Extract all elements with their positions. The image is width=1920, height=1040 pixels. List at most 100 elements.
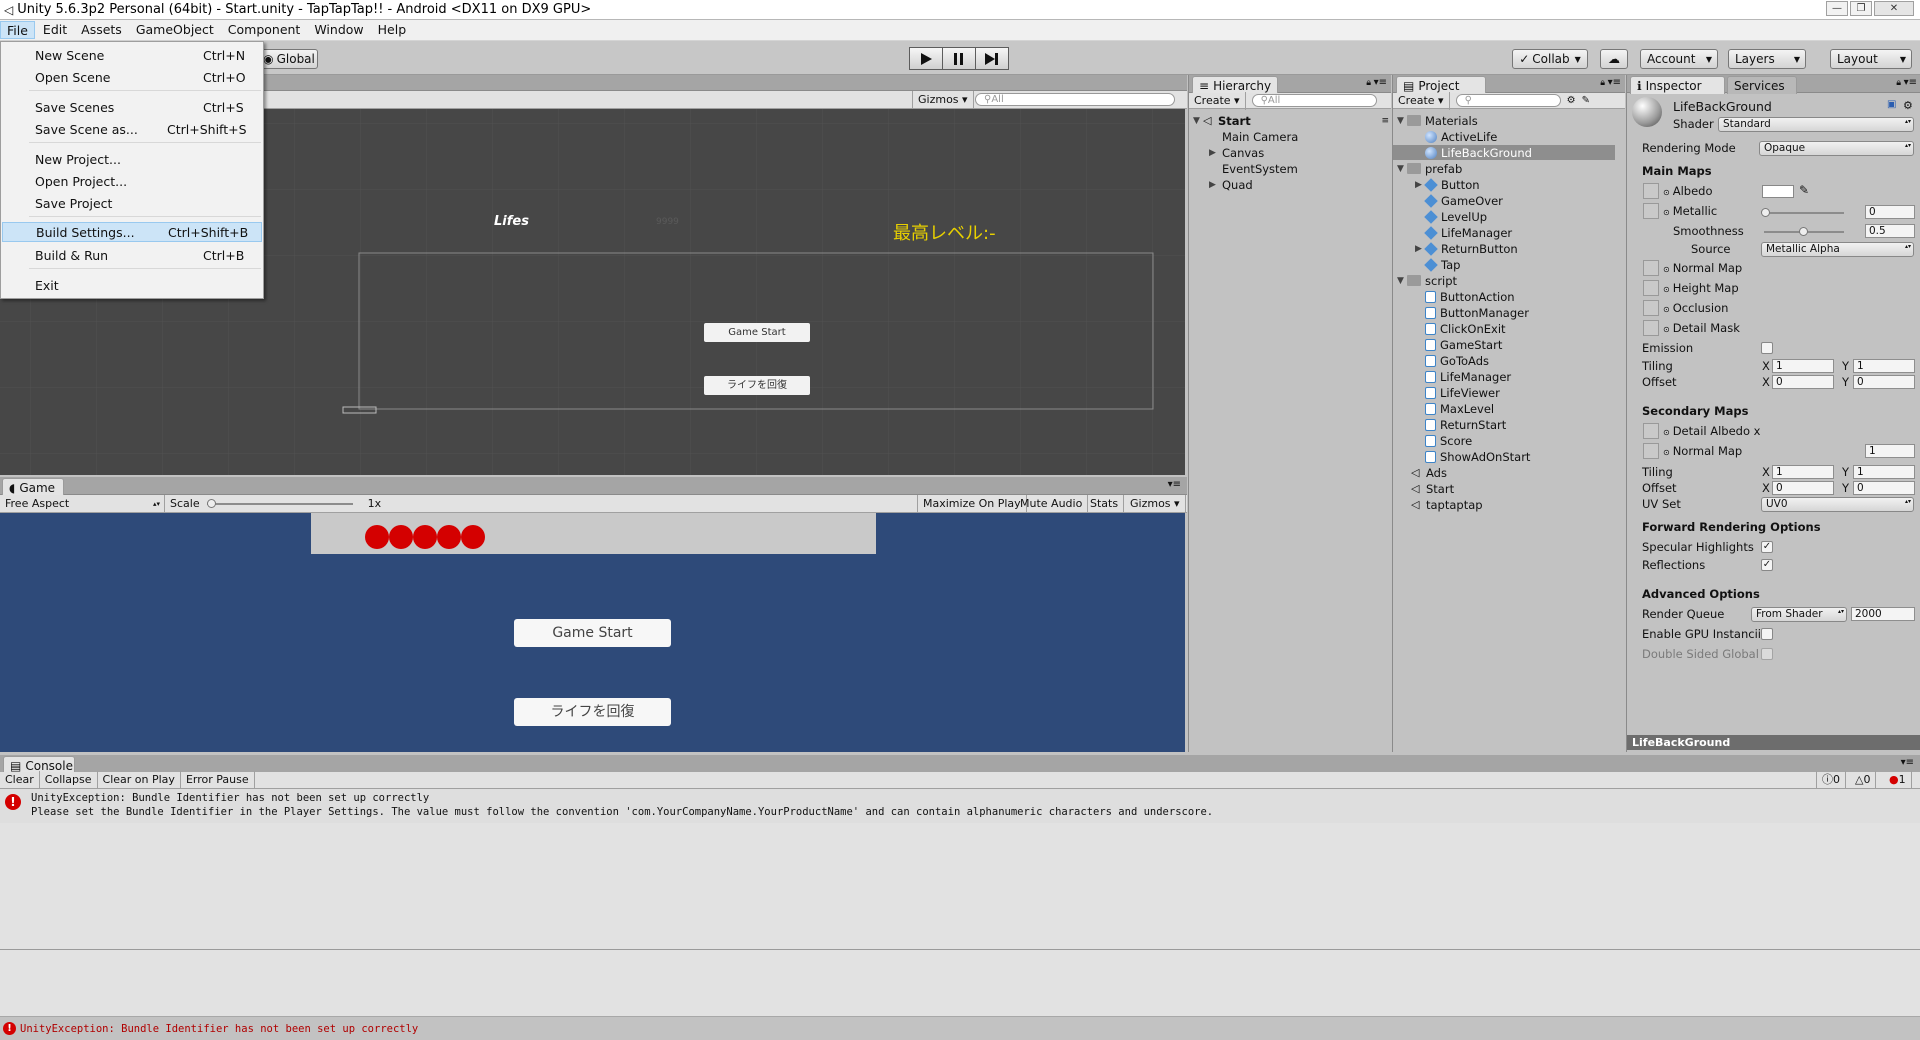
hierarchy-item-eventsystem[interactable]: EventSystem [1222,161,1298,176]
lock-icon[interactable]: 🔒︎ [1600,78,1605,88]
project-item-scene[interactable]: ◁ taptaptap [1393,497,1615,512]
close-button[interactable]: ✕ [1874,1,1914,16]
project-item-material[interactable]: ActiveLife [1393,129,1615,144]
menu-help[interactable]: Help [372,21,413,39]
recover-life-button[interactable]: ライフを回復 [514,698,671,726]
error-count-toggle[interactable]: ●1 [1884,771,1912,789]
status-bar-message[interactable]: UnityException: Bundle Identifier has no… [20,1023,418,1035]
play-button[interactable] [909,47,943,70]
menu-window[interactable]: Window [308,21,369,39]
info-count-toggle[interactable]: ⓘ0 [1816,771,1846,789]
emission-checkbox[interactable] [1761,342,1773,354]
maximize-button[interactable]: ❐ [1850,1,1872,16]
pause-button[interactable] [942,47,976,70]
menu-item-save-scenes[interactable]: Save Scenes Ctrl+S [2,97,262,117]
tiling2-x-field[interactable]: 1 [1772,465,1834,479]
project-item-prefab[interactable]: LevelUp [1393,209,1615,224]
warning-count-toggle[interactable]: △0 [1850,771,1877,789]
menu-item-exit[interactable]: Exit [2,275,262,295]
tab-services[interactable]: Services [1727,76,1797,94]
specular-checkbox[interactable]: ✓ [1761,541,1773,553]
maximize-on-play-toggle[interactable]: Maximize On Play [917,494,1027,513]
panel-menu-icon[interactable]: ▾≡ [1904,77,1917,88]
rendering-mode-dropdown[interactable]: Opaque [1759,141,1914,156]
metallic-field[interactable]: 0 [1865,205,1915,219]
game-gizmos-dropdown[interactable]: Gizmos ▾ [1125,494,1186,513]
project-item-script[interactable]: ReturnStart [1393,417,1615,432]
hierarchy-item-quad[interactable]: ▶ Quad [1209,177,1253,192]
metallic-texture-slot[interactable] [1643,203,1659,219]
detail-normal-slot[interactable] [1643,443,1659,459]
hierarchy-item-main-camera[interactable]: Main Camera [1222,129,1298,144]
panel-menu-icon[interactable]: ▾≡ [1608,77,1621,88]
filter-by-type-icon[interactable]: ⚙ [1567,95,1576,106]
expand-arrow-icon[interactable]: ▼ [1397,276,1407,286]
uv-set-dropdown[interactable]: UV0 [1761,497,1914,512]
menu-item-build-and-run[interactable]: Build & Run Ctrl+B [2,245,262,265]
project-item-script[interactable]: LifeViewer [1393,385,1615,400]
metallic-slider-knob[interactable] [1761,208,1770,217]
expand-arrow-icon[interactable]: ▼ [1397,116,1407,126]
gpu-instancing-checkbox[interactable] [1761,628,1773,640]
scene-menu-icon[interactable]: ≡ [1381,116,1389,126]
collab-dropdown[interactable]: ✓ Collab ▼ [1512,49,1588,69]
layout-dropdown[interactable]: Layout ▼ [1830,49,1912,69]
tiling2-y-field[interactable]: 1 [1853,465,1915,479]
filter-by-label-icon[interactable]: ✎ [1582,95,1590,106]
shader-dropdown[interactable]: Standard [1718,117,1914,132]
console-error-pause-toggle[interactable]: Error Pause [181,771,255,789]
project-item-prefab[interactable]: GameOver [1393,193,1615,208]
lock-icon[interactable]: 🔒︎ [1896,78,1901,88]
menu-item-open-project[interactable]: Open Project... [2,171,262,191]
occlusion-slot[interactable] [1643,300,1659,316]
menu-item-save-scene-as[interactable]: Save Scene as... Ctrl+Shift+S [2,119,262,139]
menu-edit[interactable]: Edit [37,21,73,39]
folder-script[interactable]: ▼ script [1393,273,1615,288]
project-item-script[interactable]: LifeManager [1393,369,1615,384]
offset2-y-field[interactable]: 0 [1853,481,1915,495]
project-item-script[interactable]: Score [1393,433,1615,448]
expand-arrow-icon[interactable]: ▼ [1397,164,1407,174]
project-item-prefab[interactable]: ▶ ReturnButton [1393,241,1615,256]
offset-y-field[interactable]: 0 [1853,375,1915,389]
hierarchy-search-input[interactable]: ⚲All [1251,94,1377,107]
offset2-x-field[interactable]: 0 [1772,481,1834,495]
console-log-entry[interactable]: ! UnityException: Bundle Identifier has … [0,789,1920,823]
layers-dropdown[interactable]: Layers ▼ [1728,49,1806,69]
global-toggle[interactable]: ◉ Global [260,49,318,69]
height-map-slot[interactable] [1643,280,1659,296]
account-dropdown[interactable]: Account ▼ [1640,49,1718,69]
reflections-checkbox[interactable]: ✓ [1761,559,1773,571]
mute-audio-toggle[interactable]: Mute Audio [1015,494,1089,513]
menu-file[interactable]: File [0,21,35,39]
scene-game-start-button[interactable]: Game Start [704,323,810,342]
project-item-material[interactable]: LifeBackGround [1393,145,1615,160]
cloud-button[interactable]: ☁ [1600,49,1628,69]
menu-item-new-scene[interactable]: New Scene Ctrl+N [2,45,262,65]
menu-item-new-project[interactable]: New Project... [2,149,262,169]
project-item-scene[interactable]: ◁ Ads [1393,465,1615,480]
menu-item-build-settings[interactable]: Build Settings... Ctrl+Shift+B [2,222,262,242]
project-item-script[interactable]: GameStart [1393,337,1615,352]
game-start-button[interactable]: Game Start [514,619,671,647]
source-dropdown[interactable]: Metallic Alpha [1761,242,1914,257]
project-item-script[interactable]: ButtonManager [1393,305,1615,320]
project-item-script[interactable]: MaxLevel [1393,401,1615,416]
project-search-input[interactable]: ⚲ [1455,94,1561,107]
project-item-script[interactable]: GoToAds [1393,353,1615,368]
metallic-slider[interactable] [1764,212,1844,214]
hierarchy-create-dropdown[interactable]: Create ▾ [1189,91,1246,110]
project-item-script[interactable]: ButtonAction [1393,289,1615,304]
tab-inspector[interactable]: ℹ Inspector [1630,76,1725,94]
project-item-scene[interactable]: ◁ Start [1393,481,1615,496]
detail-albedo-slot[interactable] [1643,423,1659,439]
console-collapse-toggle[interactable]: Collapse [40,771,98,789]
aspect-dropdown[interactable]: Free Aspect ▴▾ [0,494,165,513]
panel-menu-icon[interactable]: ▾≡ [1901,757,1914,768]
albedo-color-swatch[interactable] [1762,185,1794,198]
tiling-x-field[interactable]: 1 [1772,359,1834,373]
menu-gameobject[interactable]: GameObject [130,21,220,39]
console-clear-button[interactable]: Clear [0,771,40,789]
scale-slider[interactable] [205,495,355,513]
console-clear-on-play-toggle[interactable]: Clear on Play [98,771,181,789]
